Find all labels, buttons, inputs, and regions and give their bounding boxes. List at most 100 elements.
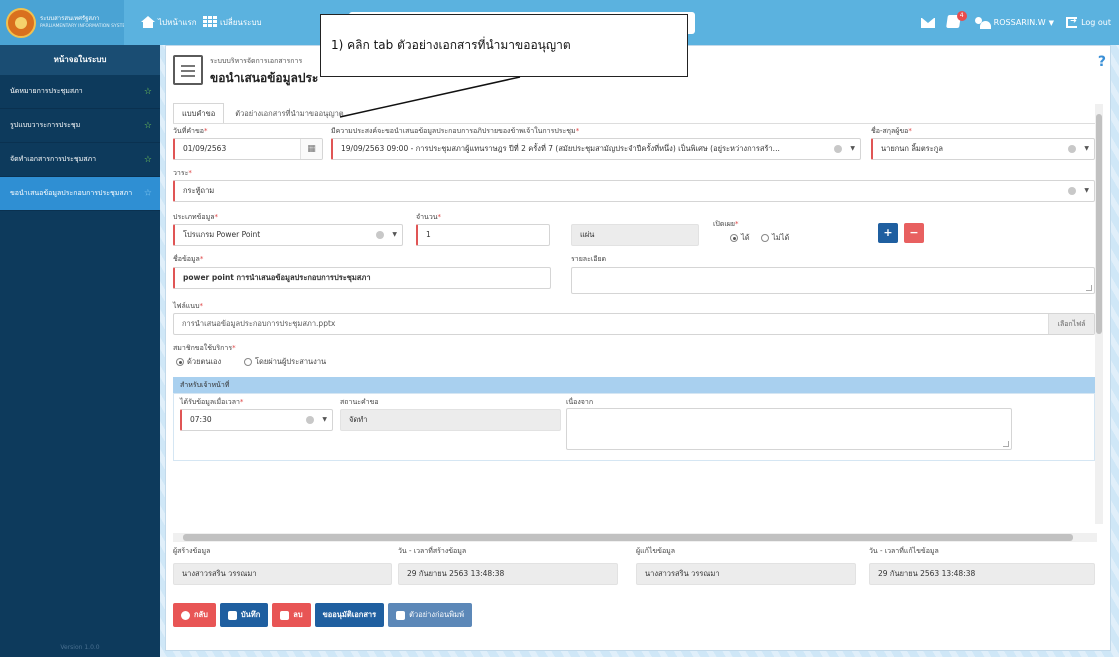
logo-title: ระบบสารสนเทศรัฐสภา: [40, 14, 100, 22]
created-by-field: นางสาวรสริน วรรณมา: [173, 563, 392, 585]
sidebar-item-agenda-format[interactable]: รูปแบบวาระการประชุม ☆: [0, 109, 160, 143]
request-form: วันที่คำขอ* 01/09/2563 ▦ มีความประสงค์จะ…: [166, 124, 1112, 532]
status-field: จัดทำ: [340, 409, 561, 431]
print-icon: [396, 610, 406, 620]
chevron-down-icon: ▼: [392, 231, 397, 238]
logout-label: Log out: [1081, 18, 1111, 27]
tab-bar: แบบคำขอ ตัวอย่างเอกสารที่นำมาขออนุญาต: [173, 103, 353, 123]
disclose-yes-radio[interactable]: ได้: [730, 232, 750, 244]
edited-at-label: วัน - เวลาที่แก้ไขข้อมูล: [869, 547, 939, 555]
print-preview-button[interactable]: ตัวอย่างก่อนพิมพ์: [388, 603, 473, 627]
sidebar-item-label: รูปแบบวาระการประชุม: [10, 121, 81, 129]
chevron-down-icon: ▼: [322, 416, 327, 423]
logout-icon: [1066, 16, 1078, 28]
star-icon[interactable]: ☆: [144, 155, 152, 165]
data-name-field[interactable]: power point การนำเสนอข้อมูลประกอบการประช…: [173, 267, 551, 289]
purpose-select[interactable]: 19/09/2563 09:00 - การประชุมสภาผู้แทนราษ…: [331, 138, 861, 160]
status-label: สถานะคำขอ: [340, 398, 379, 406]
clear-icon[interactable]: [834, 145, 842, 153]
logout-button[interactable]: Log out: [1066, 16, 1111, 28]
received-time-label: ได้รับข้อมูลเมื่อเวลา*: [180, 398, 244, 406]
data-name-label: ชื่อข้อมูล*: [173, 255, 204, 263]
chevron-down-icon: ▼: [850, 145, 855, 152]
form-panel: ระบบบริหารจัดการเอกสารการ ขอนำเสนอข้อมูล…: [165, 45, 1111, 651]
home-icon: [141, 16, 155, 28]
edited-by-field: นางสาวรสริน วรรณมา: [636, 563, 856, 585]
vertical-scrollbar[interactable]: [1095, 104, 1103, 524]
sidebar-item-meeting-documents[interactable]: จัดทำเอกสารการประชุมสภา ☆: [0, 143, 160, 177]
request-date-field[interactable]: 01/09/2563 ▦: [173, 138, 323, 160]
attachment-label: ไฟล์แนบ*: [173, 302, 204, 310]
agenda-select[interactable]: กระทู้ถาม ▼: [173, 180, 1095, 202]
sidebar-item-label: ขอนำเสนอข้อมูลประกอบการประชุมสภา: [10, 189, 133, 197]
action-buttons: กลับ บันทึก ลบ ขออนุมัติเอกสาร ตัวอย่างก…: [173, 603, 473, 627]
service-coordinator-radio[interactable]: โดยผ่านผู้ประสานงาน: [244, 356, 326, 368]
created-at-label: วัน - เวลาที่สร้างข้อมูล: [398, 547, 467, 555]
version-label: Version 1.0.0: [60, 644, 100, 651]
clear-icon[interactable]: [306, 416, 314, 424]
instruction-callout: 1) คลิก tab ตัวอย่างเอกสารที่นำมาขออนุญา…: [320, 14, 688, 77]
service-self-radio[interactable]: ด้วยตนเอง: [176, 356, 221, 368]
clear-icon[interactable]: [1068, 145, 1076, 153]
request-date-label: วันที่คำขอ*: [173, 127, 208, 135]
mail-icon[interactable]: [920, 17, 935, 28]
save-button[interactable]: บันทึก: [219, 603, 269, 627]
sidebar-item-present-data[interactable]: ขอนำเสนอข้อมูลประกอบการประชุมสภา ☆: [0, 177, 160, 211]
user-menu[interactable]: ROSSARIN.W ▼: [974, 16, 1054, 29]
star-icon[interactable]: ☆: [144, 87, 152, 97]
created-at-field: 29 กันยายน 2563 13:48:38: [398, 563, 618, 585]
tab-sample-documents[interactable]: ตัวอย่างเอกสารที่นำมาขออนุญาต: [226, 103, 352, 123]
clear-icon[interactable]: [1068, 187, 1076, 195]
unit-field: แผ่น: [571, 224, 699, 246]
reason-label: เนื่องจาก: [566, 398, 594, 406]
data-type-select[interactable]: โปรแกรม Power Point ▼: [173, 224, 403, 246]
save-icon: [227, 610, 237, 620]
sidebar-item-meeting-schedule[interactable]: นัดหมายการประชุมสภา ☆: [0, 75, 160, 109]
remove-row-button[interactable]: −: [904, 223, 924, 243]
page-subtitle: ระบบบริหารจัดการเอกสารการ: [210, 57, 303, 65]
created-by-label: ผู้สร้างข้อมูล: [173, 547, 211, 555]
request-approval-button[interactable]: ขออนุมัติเอกสาร: [314, 603, 385, 627]
home-label: ไปหน้าแรก: [158, 17, 197, 27]
officer-section-header: สำหรับเจ้าหน้าที่: [173, 377, 1095, 393]
detail-textarea[interactable]: [571, 267, 1095, 294]
notification-button[interactable]: 4: [945, 10, 967, 31]
document-icon: [173, 55, 203, 85]
requester-name-select[interactable]: นายกนก ลิ้มตระกูล ▼: [871, 138, 1095, 160]
quantity-field[interactable]: 1: [416, 224, 550, 246]
star-icon[interactable]: ☆: [144, 189, 152, 198]
logo[interactable]: ระบบสารสนเทศรัฐสภา PARLIAMENTARY INFORMA…: [0, 0, 124, 45]
reason-textarea[interactable]: [566, 408, 1012, 450]
data-type-label: ประเภทข้อมูล*: [173, 213, 218, 221]
calendar-icon[interactable]: ▦: [300, 139, 322, 159]
parliament-emblem-icon: [6, 7, 36, 38]
back-button[interactable]: กลับ: [173, 603, 216, 627]
horizontal-scrollbar[interactable]: [173, 533, 1097, 542]
tab-request-form[interactable]: แบบคำขอ: [173, 103, 225, 123]
requester-name-label: ชื่อ-สกุลผู้ขอ*: [871, 127, 912, 135]
notification-badge: 4: [956, 10, 967, 21]
disclose-no-radio[interactable]: ไม่ได้: [761, 232, 789, 244]
switch-system-link[interactable]: เปลี่ยนระบบ: [203, 12, 262, 32]
sidebar: หน้าจอในระบบ นัดหมายการประชุมสภา ☆ รูปแบ…: [0, 45, 160, 657]
sidebar-item-label: จัดทำเอกสารการประชุมสภา: [10, 155, 97, 163]
delete-button[interactable]: ลบ: [272, 603, 311, 627]
clear-icon[interactable]: [376, 231, 384, 239]
instruction-text: 1) คลิก tab ตัวอย่างเอกสารที่นำมาขออนุญา…: [331, 38, 571, 52]
edited-at-field: 29 กันยายน 2563 13:48:38: [869, 563, 1095, 585]
add-row-button[interactable]: +: [878, 223, 898, 243]
home-link[interactable]: ไปหน้าแรก: [141, 12, 197, 32]
star-icon[interactable]: ☆: [144, 121, 152, 131]
switch-system-label: เปลี่ยนระบบ: [220, 17, 262, 27]
agenda-label: วาระ*: [173, 169, 192, 177]
edited-by-label: ผู้แก้ไขข้อมูล: [636, 547, 676, 555]
main-area: ระบบบริหารจัดการเอกสารการ ขอนำเสนอข้อมูล…: [160, 45, 1119, 657]
received-time-select[interactable]: 07:30 ▼: [180, 409, 333, 431]
user-icon: [974, 16, 991, 29]
service-label: สมาชิกขอใช้บริการ*: [173, 344, 236, 352]
browse-file-button[interactable]: เลือกไฟล์: [1048, 314, 1094, 334]
grid-icon: [203, 16, 217, 28]
chevron-down-icon: ▼: [1084, 145, 1089, 152]
help-icon[interactable]: ?: [1098, 54, 1106, 70]
attachment-field[interactable]: การนำเสนอข้อมูลประกอบการประชุมสภา.pptx เ…: [173, 313, 1095, 335]
